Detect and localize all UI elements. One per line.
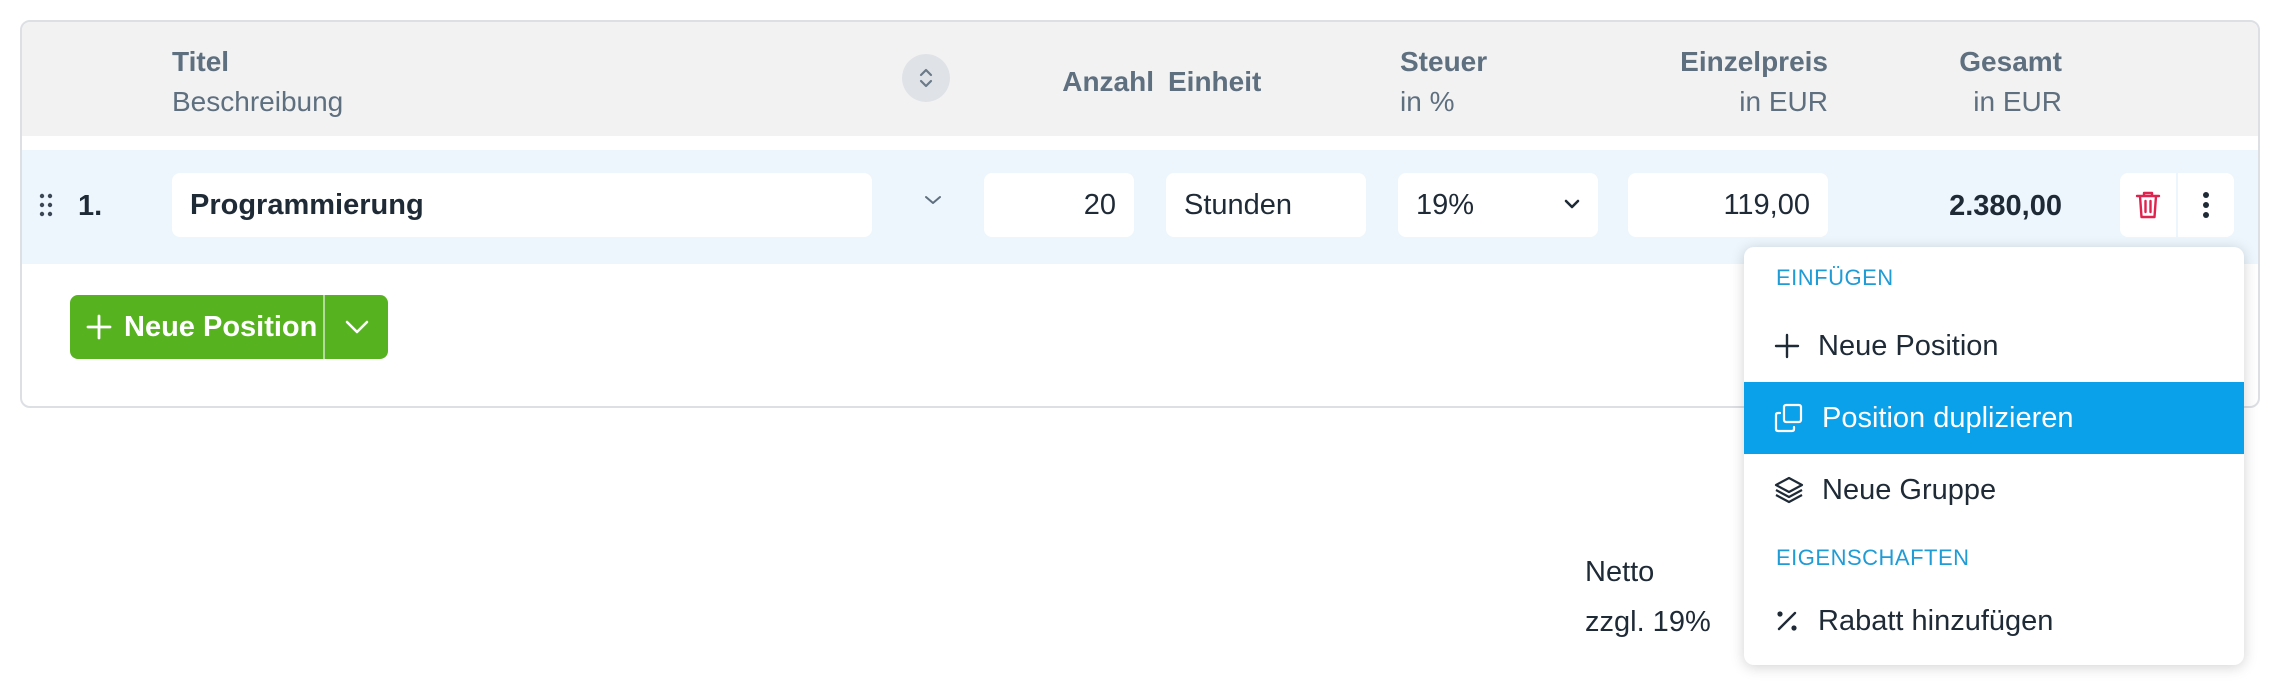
sort-button[interactable]: [902, 54, 950, 102]
header-tax: Steuer in %: [1400, 46, 1488, 117]
tax-select[interactable]: 19%: [1398, 173, 1598, 237]
trash-icon: [2135, 191, 2161, 219]
menu-section-insert: EINFÜGEN: [1776, 265, 1894, 290]
header-unit: Einheit: [1168, 66, 1262, 97]
menu-item-new-position[interactable]: Neue Position: [1744, 310, 2244, 382]
row-context-menu: EINFÜGEN Neue Position Position duplizie…: [1744, 247, 2244, 665]
unit-input[interactable]: Stunden: [1166, 173, 1366, 237]
sort-icon: [919, 68, 933, 88]
expand-description-button[interactable]: [922, 193, 944, 212]
add-options-dropdown-button[interactable]: [326, 295, 388, 359]
add-position-button[interactable]: Neue Position: [70, 295, 322, 359]
quantity-input[interactable]: 20: [984, 173, 1134, 237]
row-more-button[interactable]: [2178, 173, 2234, 237]
add-position-label: Neue Position: [124, 310, 318, 343]
header-title: Titel: [172, 46, 230, 77]
menu-item-new-group[interactable]: Neue Gruppe: [1744, 454, 2244, 526]
drag-handle[interactable]: [38, 192, 54, 223]
split-divider: [323, 295, 325, 359]
drag-handle-icon: [39, 193, 53, 217]
menu-item-add-discount[interactable]: Rabatt hinzufügen: [1744, 585, 2244, 657]
unit-price-input[interactable]: 119,00: [1628, 173, 1828, 237]
add-position-split-button: Neue Position: [70, 295, 388, 359]
percent-icon: [1777, 611, 1797, 631]
table-header: Titel Beschreibung Anzahl Einheit Steuer…: [22, 22, 2258, 136]
header-quantity: Anzahl: [1062, 66, 1154, 97]
plus-icon: [86, 314, 112, 340]
more-vertical-icon: [2203, 192, 2209, 218]
row-number: 1.: [78, 190, 103, 222]
layers-icon: [1774, 476, 1804, 504]
menu-section-properties: EIGENSCHAFTEN: [1776, 545, 1970, 570]
copy-icon: [1774, 403, 1803, 433]
header-total: Gesamt in EUR: [1959, 46, 2062, 117]
tax-label: zzgl. 19%: [1585, 606, 1711, 638]
chevron-down-icon: [1564, 199, 1580, 209]
menu-item-duplicate-position[interactable]: Position duplizieren: [1744, 382, 2244, 454]
row-total: 2.380,00: [1949, 190, 2062, 222]
title-input[interactable]: Programmierung: [172, 173, 872, 237]
header-unit-price: Einzelpreis in EUR: [1680, 46, 1828, 117]
chevron-down-icon: [925, 196, 941, 204]
tax-select-value: 19%: [1416, 189, 1475, 221]
delete-row-button[interactable]: [2120, 173, 2176, 237]
net-label: Netto: [1585, 556, 1655, 588]
plus-icon: [1774, 333, 1800, 359]
header-title-description: Titel Beschreibung: [172, 42, 343, 122]
chevron-down-icon: [345, 320, 369, 334]
header-description: Beschreibung: [172, 86, 344, 117]
